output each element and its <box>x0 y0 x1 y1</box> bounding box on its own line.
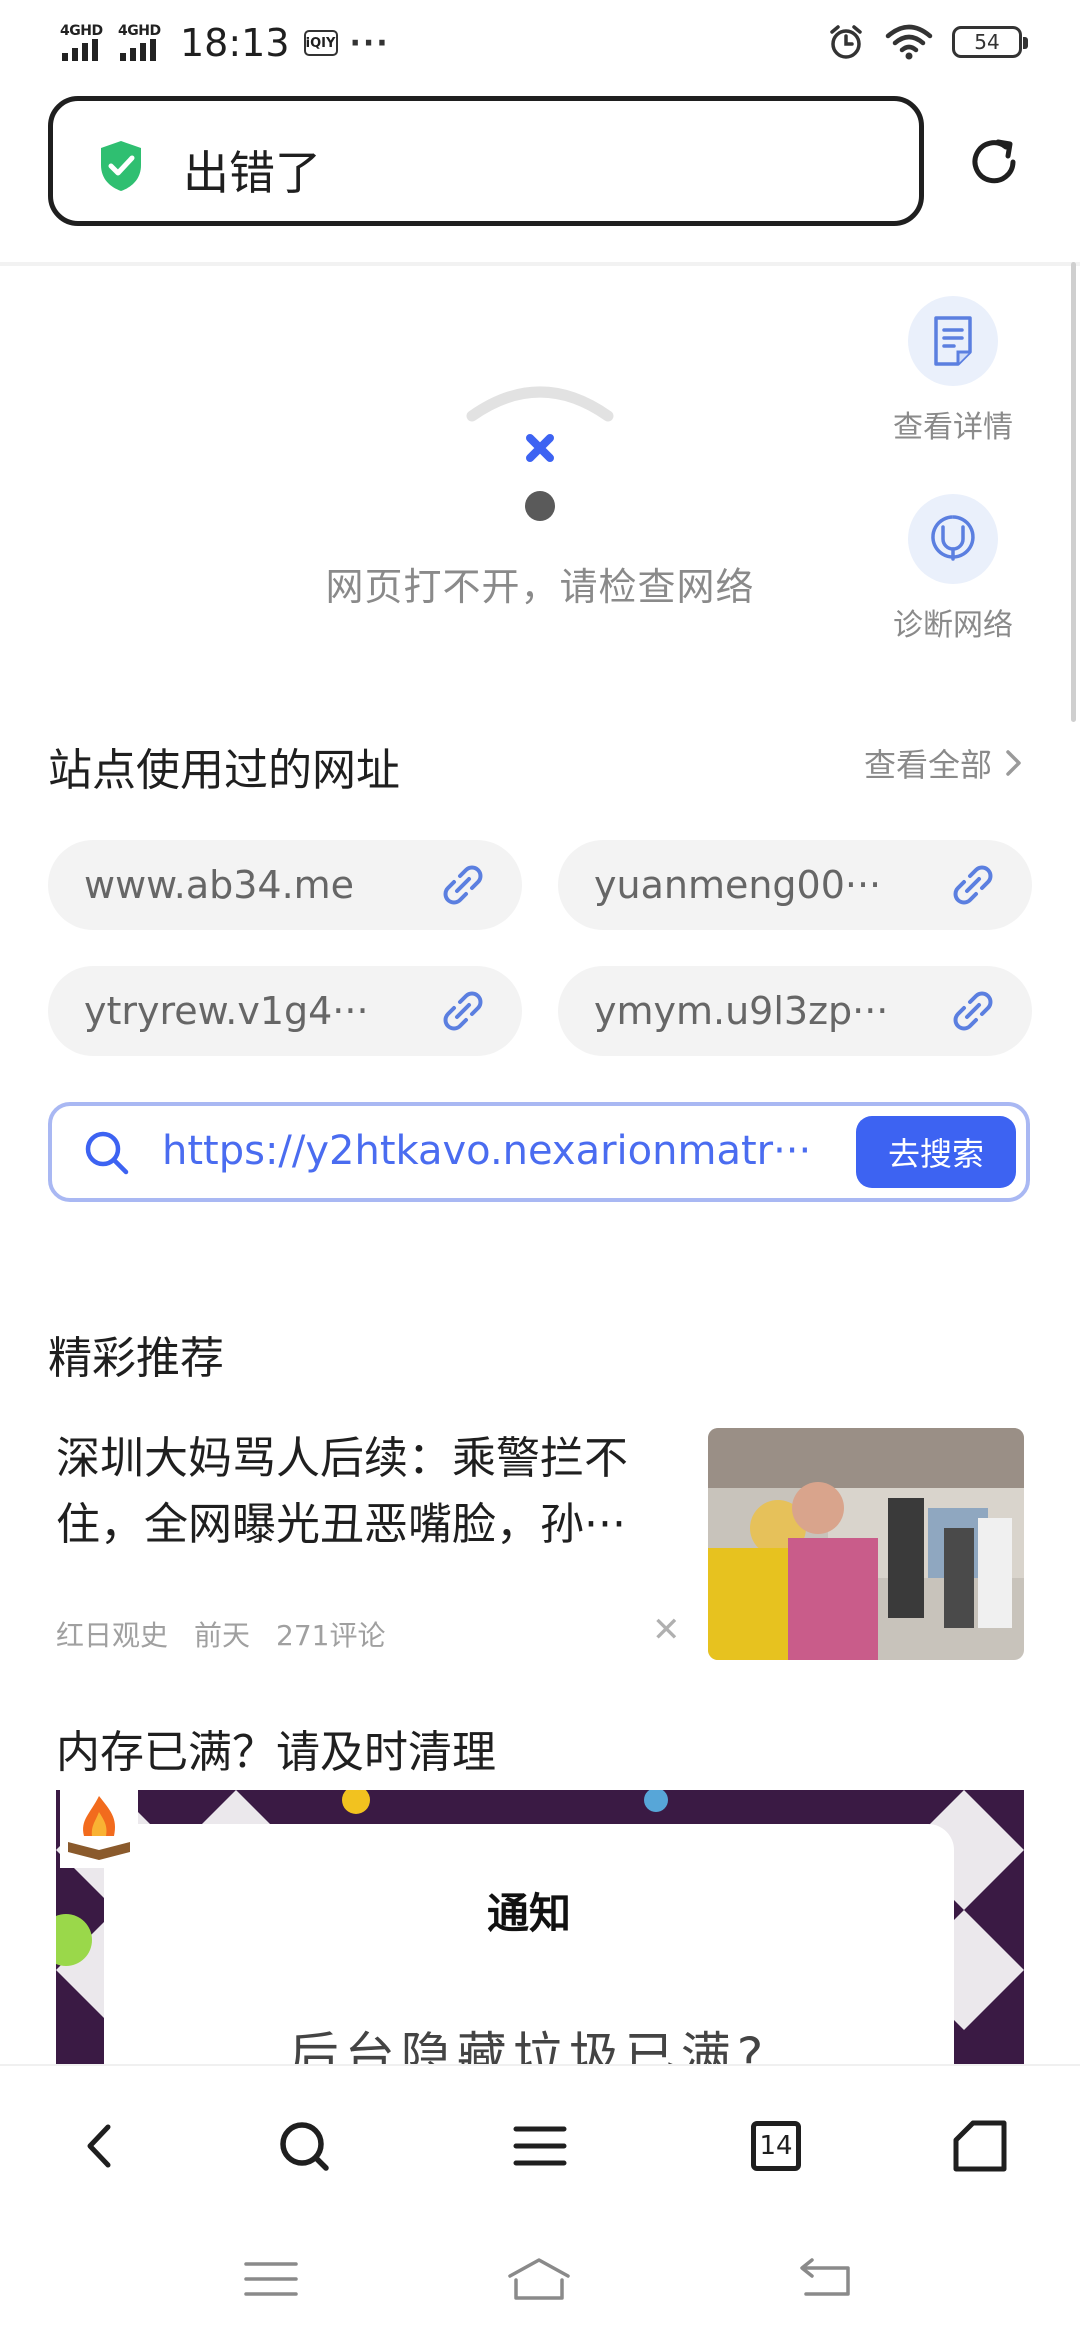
network-type-label: 4GHD <box>118 23 161 39</box>
clock: 18:13 <box>180 21 290 65</box>
back-button[interactable] <box>66 2112 134 2180</box>
news-meta: 红日观史 前天 271评论 <box>56 1614 385 1654</box>
ad-title[interactable]: 内存已满？请及时清理 <box>56 1716 496 1780</box>
search-icon <box>280 2122 329 2171</box>
cellular-signal-1-icon: 4GHD <box>58 23 108 63</box>
search-input[interactable]: https://y2htkavo.nexarionmatr··· <box>162 1128 882 1174</box>
search-icon <box>85 1131 129 1175</box>
news-time: 前天 <box>194 1619 251 1652</box>
address-bar[interactable]: 出错了 <box>48 96 924 226</box>
link-icon <box>443 865 483 905</box>
alarm-icon <box>830 25 862 59</box>
site-url: www.ab34.me <box>84 863 355 907</box>
news-thumbnail[interactable] <box>708 1428 1024 1660</box>
no-network-icon <box>466 386 614 521</box>
battery-icon: 54 <box>952 26 1028 58</box>
cellular-signal-2-icon: 4GHD <box>116 23 166 63</box>
ad-notice-title: 通知 <box>486 1889 571 1938</box>
dismiss-news-icon[interactable]: ✕ <box>652 1610 681 1650</box>
stethoscope-icon <box>931 515 975 561</box>
battery-level: 54 <box>974 30 1000 54</box>
system-navigation-bar <box>0 2214 1080 2340</box>
details-icon-wrap <box>908 296 998 386</box>
site-url: ytryrew.v1g4··· <box>84 989 369 1033</box>
site-chip[interactable]: ymym.u9l3zp··· <box>558 966 1032 1056</box>
ad-notice-card: 通知 后台隐藏垃圾已满? <box>104 1824 954 2066</box>
document-icon <box>934 316 972 366</box>
chevron-right-icon <box>1006 750 1021 776</box>
menu-icon <box>513 2126 567 2166</box>
system-home-icon[interactable] <box>504 2254 574 2304</box>
ad-notice-body: 后台隐藏垃圾已满? <box>288 2027 770 2066</box>
status-bar: 4GHD 4GHD 18:13 iQIY ··· 54 <box>0 0 1080 84</box>
search-bar[interactable]: https://y2htkavo.nexarionmatr··· 去搜索 <box>48 1102 1030 1202</box>
page-title: 出错了 <box>183 146 321 200</box>
sites-section-title: 站点使用过的网址 <box>48 745 400 796</box>
view-details-button[interactable]: 查看详情 <box>878 296 1028 446</box>
status-left: 4GHD 4GHD 18:13 iQIY ··· <box>58 16 390 70</box>
ad-banner[interactable]: 通知 后台隐藏垃圾已满? <box>56 1790 1024 2066</box>
view-all-label: 查看全部 <box>863 746 992 784</box>
search-tab-button[interactable] <box>270 2112 338 2180</box>
wifi-icon <box>885 24 933 60</box>
system-back-icon[interactable] <box>790 2254 860 2304</box>
site-chip[interactable]: yuanmeng00··· <box>558 840 1032 930</box>
menu-button[interactable] <box>506 2112 574 2180</box>
fire-book-logo-icon <box>60 1790 138 1868</box>
site-url: ymym.u9l3zp··· <box>594 989 889 1033</box>
security-shield-icon <box>101 141 141 191</box>
site-url: yuanmeng00··· <box>594 863 882 907</box>
recommend-section-title: 精彩推荐 <box>48 1333 224 1384</box>
scrollbar[interactable] <box>1071 262 1076 722</box>
bottom-toolbar: 14 <box>0 2064 1080 2214</box>
news-headline[interactable]: 深圳大妈骂人后续：乘警拦不住，全网曝光丑恶嘴脸，孙··· <box>56 1426 696 1558</box>
home-button[interactable] <box>946 2112 1014 2180</box>
site-chip[interactable]: www.ab34.me <box>48 840 522 930</box>
divider <box>0 262 1080 266</box>
diagnose-network-button[interactable]: 诊断网络 <box>878 494 1028 644</box>
link-icon <box>953 865 993 905</box>
link-icon <box>953 991 993 1031</box>
status-right: 54 <box>826 20 1028 64</box>
more-notifications-icon: ··· <box>349 25 390 61</box>
site-chip[interactable]: ytryrew.v1g4··· <box>48 966 522 1056</box>
tab-count: 14 <box>751 2121 801 2171</box>
link-icon <box>443 991 483 1031</box>
reload-icon[interactable] <box>964 132 1024 192</box>
go-search-button[interactable]: 去搜索 <box>856 1116 1016 1188</box>
recent-apps-icon[interactable] <box>236 2254 306 2304</box>
news-source: 红日观史 <box>56 1619 169 1652</box>
iqiyi-notification-icon: iQIY <box>303 30 338 56</box>
view-details-label: 查看详情 <box>893 410 1013 445</box>
diagnose-network-label: 诊断网络 <box>893 608 1013 643</box>
view-all-link[interactable]: 查看全部 <box>864 740 1024 786</box>
back-arrow-icon <box>87 2124 111 2168</box>
tabs-button[interactable]: 14 <box>742 2112 810 2180</box>
home-icon <box>953 2120 1007 2172</box>
network-type-label: 4GHD <box>60 23 103 39</box>
news-comments: 271评论 <box>276 1619 386 1652</box>
diagnose-icon-wrap <box>908 494 998 584</box>
